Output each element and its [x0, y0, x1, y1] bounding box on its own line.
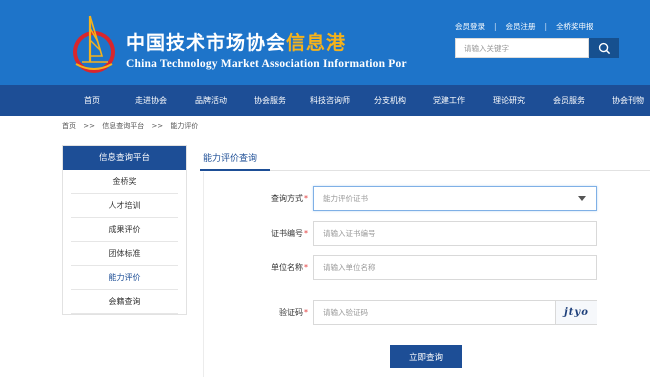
- org-name-input[interactable]: 请输入单位名称: [313, 255, 597, 280]
- required-mark: *: [304, 194, 308, 203]
- link-divider: |: [494, 22, 497, 31]
- submit-query-button[interactable]: 立即查询: [390, 345, 462, 368]
- breadcrumb-separator: >>: [83, 122, 95, 130]
- main-nav: 首页 走进协会 品牌活动 协会服务 科技咨询师 分支机构 党建工作 理论研究 会…: [0, 85, 650, 116]
- required-mark: *: [304, 229, 308, 238]
- nav-item-publications[interactable]: 协会刊物: [612, 85, 644, 116]
- breadcrumb: 首页 >> 信息查询平台 >> 能力评价: [62, 121, 198, 131]
- captcha-label-text: 验证码: [279, 308, 303, 317]
- sidebar-title: 信息查询平台: [63, 146, 186, 170]
- sidebar-item-achievement[interactable]: 成果评价: [63, 218, 186, 242]
- query-type-label: 查询方式*: [240, 193, 308, 204]
- breadcrumb-platform[interactable]: 信息查询平台: [102, 122, 144, 130]
- logo-icon: [73, 15, 115, 73]
- breadcrumb-home[interactable]: 首页: [62, 122, 76, 130]
- breadcrumb-separator: >>: [151, 122, 164, 130]
- member-register-link[interactable]: 会员注册: [506, 21, 536, 32]
- cert-no-label-text: 证书编号: [271, 229, 303, 238]
- award-apply-link[interactable]: 全桥奖申报: [556, 21, 594, 32]
- caret-down-icon: [578, 196, 586, 201]
- org-name-label: 单位名称*: [240, 262, 308, 273]
- search-button[interactable]: [589, 38, 619, 58]
- site-title-main: 中国技术市场协会: [126, 32, 287, 54]
- captcha-label: 验证码*: [240, 307, 308, 318]
- query-type-value: 能力评价证书: [323, 194, 368, 203]
- required-mark: *: [304, 308, 308, 317]
- query-type-label-text: 查询方式: [271, 194, 303, 203]
- site-title-en: China Technology Market Association Info…: [126, 58, 407, 70]
- nav-item-home[interactable]: 首页: [84, 85, 100, 116]
- nav-item-research[interactable]: 理论研究: [493, 85, 525, 116]
- nav-item-member-services[interactable]: 会员服务: [553, 85, 585, 116]
- nav-item-branches[interactable]: 分支机构: [374, 85, 406, 116]
- site-title-accent: 信息港: [286, 32, 347, 54]
- org-name-label-text: 单位名称: [271, 263, 303, 272]
- sidebar-item-membership[interactable]: 会籍查询: [63, 290, 186, 314]
- search-icon: [598, 42, 610, 54]
- tab-active-indicator: [200, 169, 270, 171]
- tab-ability-query[interactable]: 能力评价查询: [203, 151, 257, 164]
- required-mark: *: [304, 263, 308, 272]
- query-type-select[interactable]: 能力评价证书: [313, 186, 597, 211]
- nav-item-consultant[interactable]: 科技咨询师: [310, 85, 350, 116]
- sidebar-item-ability[interactable]: 能力评价: [63, 266, 186, 290]
- captcha-image[interactable]: jtyo: [555, 301, 597, 324]
- nav-item-party[interactable]: 党建工作: [433, 85, 465, 116]
- site-header: 中国技术市场协会信息港 China Technology Market Asso…: [0, 0, 650, 85]
- sidebar-item-training[interactable]: 人才培训: [63, 194, 186, 218]
- top-links: 会员登录 | 会员注册 | 全桥奖申报: [455, 21, 594, 32]
- cert-no-label: 证书编号*: [240, 228, 308, 239]
- nav-item-services[interactable]: 协会服务: [254, 85, 286, 116]
- nav-item-about[interactable]: 走进协会: [135, 85, 167, 116]
- nav-item-events[interactable]: 品牌活动: [195, 85, 227, 116]
- site-title-cn: 中国技术市场协会信息港: [126, 28, 346, 55]
- sidebar-item-standards[interactable]: 团体标准: [63, 242, 186, 266]
- cert-no-input[interactable]: 请输入证书编号: [313, 221, 597, 246]
- sidebar-item-golden-bridge[interactable]: 金桥奖: [63, 170, 186, 194]
- search-input[interactable]: 请输入关键字: [455, 38, 589, 58]
- member-login-link[interactable]: 会员登录: [455, 21, 485, 32]
- sidebar: 信息查询平台 金桥奖 人才培训 成果评价 团体标准 能力评价 会籍查询: [62, 145, 187, 315]
- link-divider: |: [544, 22, 548, 31]
- breadcrumb-current: 能力评价: [170, 122, 199, 130]
